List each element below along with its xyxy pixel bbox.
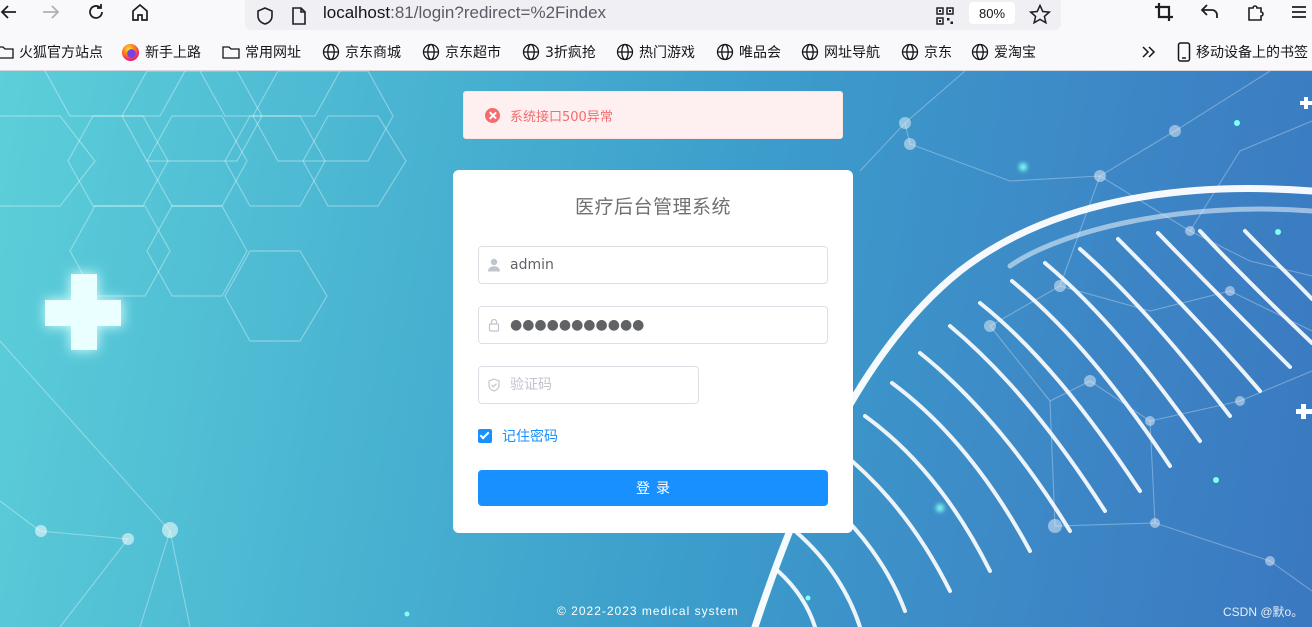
- mobile-device-icon: [1177, 42, 1191, 62]
- captcha-placeholder: 验证码: [510, 377, 552, 393]
- bookmark-item[interactable]: 京东: [901, 42, 952, 62]
- bookmark-label: 网址导航: [824, 45, 880, 61]
- bookmark-label: 京东超市: [445, 45, 501, 61]
- url-bar[interactable]: localhost:81/login?redirect=%2Findex 80%: [245, 0, 1061, 30]
- page-info-icon[interactable]: [291, 6, 307, 30]
- globe-icon: [616, 43, 634, 61]
- error-circle-icon: [485, 107, 500, 123]
- bookmark-label: 京东: [924, 45, 952, 61]
- copyright-text: © 2022-2023 medical system: [557, 604, 739, 618]
- bookmark-item[interactable]: 新手上路: [121, 42, 201, 62]
- bookmarks-overflow-chevron-icon[interactable]: [1140, 42, 1158, 62]
- captcha-field[interactable]: 验证码: [478, 366, 699, 404]
- bookmarks-bar: 火狐官方站点 新手上路 常用网址 京东商城 京东超市 3折疯抢 热门游戏 唯品会…: [0, 34, 1312, 71]
- mobile-bookmarks[interactable]: 移动设备上的书签: [1177, 42, 1308, 62]
- shield-check-icon: [488, 378, 500, 392]
- bookmark-label: 热门游戏: [639, 45, 695, 61]
- bookmark-item[interactable]: 京东商城: [322, 42, 401, 62]
- alert-message: 系统接口500异常: [510, 109, 613, 125]
- globe-icon: [522, 43, 540, 61]
- remember-checkbox[interactable]: [478, 429, 492, 443]
- url-host: localhost: [323, 3, 391, 22]
- username-value: admin: [510, 257, 554, 273]
- medical-cross-icon: [45, 273, 123, 351]
- url-path: :81/login?redirect=%2Findex: [390, 3, 607, 22]
- screenshot-crop-icon[interactable]: [1153, 0, 1175, 24]
- bookmark-item[interactable]: 热门游戏: [616, 42, 695, 62]
- extensions-icon[interactable]: [1245, 0, 1267, 24]
- bookmark-star-icon[interactable]: [1028, 3, 1052, 28]
- globe-icon: [801, 43, 819, 61]
- reload-icon[interactable]: [85, 0, 107, 24]
- folder-icon: [0, 46, 14, 59]
- globe-icon: [322, 43, 340, 61]
- bookmark-label: 爱淘宝: [994, 45, 1036, 61]
- username-field[interactable]: admin: [478, 246, 828, 284]
- bookmark-label: 3折疯抢: [545, 45, 596, 61]
- firefox-icon: [121, 43, 140, 61]
- bookmark-item[interactable]: 唯品会: [716, 42, 781, 62]
- password-value: ●●●●●●●●●●●: [510, 317, 645, 333]
- globe-icon: [422, 43, 440, 61]
- undo-icon[interactable]: [1199, 0, 1221, 24]
- login-page: 系统接口500异常 医疗后台管理系统 admin ●●●●●●●●●●● 验证码…: [0, 71, 1312, 627]
- remember-label[interactable]: 记住密码: [502, 426, 558, 446]
- url-text[interactable]: localhost:81/login?redirect=%2Findex: [323, 3, 606, 23]
- menu-icon[interactable]: [1289, 0, 1309, 24]
- bookmark-item[interactable]: 常用网址: [222, 42, 301, 62]
- globe-icon: [716, 43, 734, 61]
- bookmark-item[interactable]: 爱淘宝: [971, 42, 1036, 62]
- lock-icon: [488, 318, 500, 332]
- qr-code-icon[interactable]: [935, 6, 955, 30]
- back-icon[interactable]: [0, 0, 18, 24]
- password-field[interactable]: ●●●●●●●●●●●: [478, 306, 828, 344]
- bookmark-item[interactable]: 火狐官方站点: [0, 42, 103, 62]
- forward-icon[interactable]: [40, 0, 62, 24]
- bookmark-label: 唯品会: [739, 45, 781, 61]
- bookmark-label: 火狐官方站点: [19, 45, 103, 61]
- bookmark-item[interactable]: 3折疯抢: [522, 42, 596, 62]
- globe-icon: [901, 43, 919, 61]
- mobile-bookmarks-label: 移动设备上的书签: [1196, 45, 1308, 61]
- login-button[interactable]: 登录: [478, 470, 828, 506]
- error-alert: 系统接口500异常: [463, 91, 843, 139]
- zoom-level[interactable]: 80%: [969, 2, 1015, 24]
- browser-toolbar: localhost:81/login?redirect=%2Findex 80%: [0, 0, 1312, 34]
- csdn-watermark: CSDN @默o。: [1223, 605, 1304, 619]
- bookmark-label: 常用网址: [245, 45, 301, 61]
- login-form: 医疗后台管理系统 admin ●●●●●●●●●●● 验证码 记住密码 登录: [453, 170, 853, 533]
- bookmark-item[interactable]: 京东超市: [422, 42, 501, 62]
- bookmark-item[interactable]: 网址导航: [801, 42, 880, 62]
- shield-icon[interactable]: [255, 6, 275, 30]
- home-icon[interactable]: [129, 0, 151, 24]
- bookmark-label: 新手上路: [145, 45, 201, 61]
- system-title: 医疗后台管理系统: [574, 196, 731, 218]
- globe-icon: [971, 43, 989, 61]
- folder-icon: [222, 46, 240, 59]
- user-icon: [488, 258, 500, 272]
- remember-password[interactable]: 记住密码: [478, 426, 558, 446]
- bookmark-label: 京东商城: [345, 45, 401, 61]
